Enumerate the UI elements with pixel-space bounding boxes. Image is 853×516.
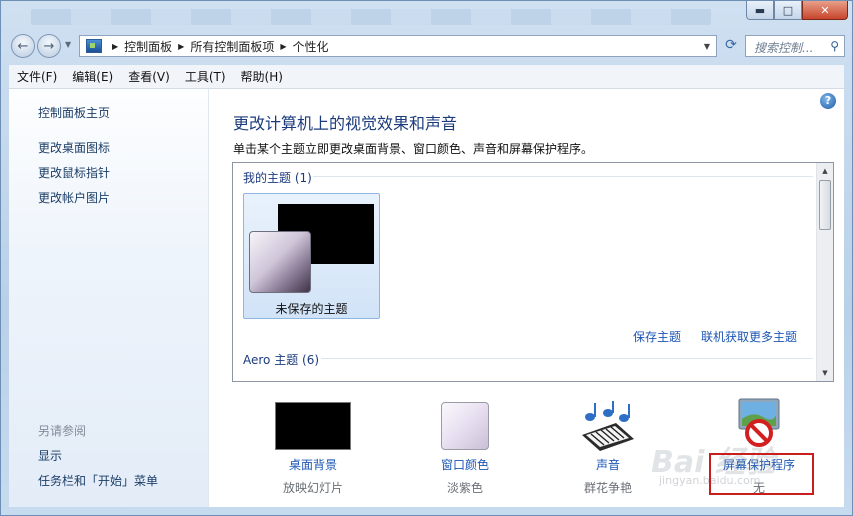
page-title: 更改计算机上的视觉效果和声音	[233, 114, 458, 133]
theme-list-scrollbar[interactable]: ▲ ▼	[816, 163, 833, 381]
search-icon[interactable]: ⚲	[830, 39, 839, 53]
recent-pages-dropdown-icon[interactable]: ▼	[65, 40, 71, 49]
highlight-box	[709, 453, 814, 495]
save-theme-link[interactable]: 保存主题	[633, 328, 681, 345]
sounds-value: 群花争艳	[583, 481, 632, 495]
desktop-background-label[interactable]: 桌面背景	[258, 456, 368, 473]
maximize-button[interactable]: □	[774, 1, 802, 20]
sidebar-link-mouse-pointers[interactable]: 更改鼠标指针	[38, 164, 110, 181]
sidebar-link-desktop-icons[interactable]: 更改桌面图标	[38, 139, 110, 156]
get-more-themes-link[interactable]: 联机获取更多主题	[701, 328, 797, 345]
address-dropdown-icon[interactable]: ▼	[704, 42, 710, 51]
address-bar[interactable]: ▶ 控制面板 ▶ 所有控制面板项 ▶ 个性化 ▼	[79, 35, 717, 57]
menu-file[interactable]: 文件(F)	[17, 68, 57, 85]
title-bar: ▬ □ ✕	[1, 1, 853, 31]
breadcrumb-personalization[interactable]: 个性化	[293, 38, 329, 55]
divider	[313, 176, 813, 177]
window-color-label[interactable]: 窗口颜色	[410, 456, 520, 473]
sounds-label[interactable]: 声音	[553, 456, 663, 473]
sounds-icon	[582, 401, 634, 451]
scroll-up-icon[interactable]: ▲	[817, 163, 833, 179]
menu-edit[interactable]: 编辑(E)	[72, 68, 113, 85]
refresh-button[interactable]: ⟳	[721, 37, 741, 55]
window-controls: ▬ □ ✕	[746, 1, 848, 20]
theme-list: 我的主题 (1) 未保存的主题 保存主题 联机获取更多主题 Aero 主题 (6…	[232, 162, 834, 382]
back-button[interactable]: ←	[11, 34, 35, 58]
theme-color-preview	[249, 231, 311, 293]
sidebar-link-account-picture[interactable]: 更改帐户图片	[38, 189, 110, 206]
theme-tile-unsaved[interactable]: 未保存的主题	[243, 193, 380, 319]
menu-view[interactable]: 查看(V)	[128, 68, 170, 85]
sidebar: 控制面板主页 更改桌面图标 更改鼠标指针 更改帐户图片 另请参阅 显示 任务栏和…	[9, 89, 209, 507]
close-button[interactable]: ✕	[802, 1, 848, 20]
search-input[interactable]: 搜索控制... ⚲	[745, 35, 845, 57]
page-subtitle: 单击某个主题立即更改桌面背景、窗口颜色、声音和屏幕保护程序。	[233, 142, 594, 156]
sidebar-link-display[interactable]: 显示	[38, 447, 62, 464]
chevron-right-icon[interactable]: ▶	[112, 42, 118, 51]
desktop-background-thumbnail	[275, 402, 351, 450]
window-color-swatch	[441, 402, 489, 450]
content-area: 控制面板主页 更改桌面图标 更改鼠标指针 更改帐户图片 另请参阅 显示 任务栏和…	[9, 89, 844, 507]
breadcrumb-control-panel[interactable]: 控制面板	[124, 38, 172, 55]
desktop-background-value: 放映幻灯片	[282, 481, 343, 495]
search-placeholder: 搜索控制...	[754, 41, 814, 55]
minimize-button[interactable]: ▬	[746, 1, 774, 20]
theme-tile-label: 未保存的主题	[275, 302, 348, 316]
sidebar-link-taskbar-start-menu[interactable]: 任务栏和「开始」菜单	[38, 472, 158, 489]
blurred-title-area	[31, 9, 711, 25]
chevron-right-icon[interactable]: ▶	[178, 42, 184, 51]
navigation-row: ← → ▼ ▶ 控制面板 ▶ 所有控制面板项 ▶ 个性化 ▼ ⟳ 搜索控制...…	[9, 33, 845, 61]
breadcrumb-all-items[interactable]: 所有控制面板项	[190, 38, 274, 55]
control-panel-icon	[86, 39, 102, 53]
forward-button[interactable]: →	[37, 34, 61, 58]
menu-tools[interactable]: 工具(T)	[185, 68, 226, 85]
chevron-right-icon[interactable]: ▶	[280, 42, 286, 51]
help-icon[interactable]: ?	[820, 93, 836, 109]
menu-bar: 文件(F) 编辑(E) 查看(V) 工具(T) 帮助(H)	[9, 65, 844, 89]
divider	[321, 358, 813, 359]
window-frame: ▬ □ ✕ ← → ▼ ▶ 控制面板 ▶ 所有控制面板项 ▶ 个性化 ▼ ⟳ 搜…	[0, 0, 853, 516]
menu-help[interactable]: 帮助(H)	[241, 68, 283, 85]
window-color-value: 淡紫色	[446, 481, 483, 495]
aero-themes-heading: Aero 主题 (6)	[243, 353, 320, 367]
scroll-down-icon[interactable]: ▼	[817, 365, 833, 381]
see-also-heading: 另请参阅	[38, 424, 87, 438]
sidebar-link-control-panel-home[interactable]: 控制面板主页	[38, 104, 110, 121]
scrollbar-thumb[interactable]	[819, 180, 831, 230]
my-themes-heading: 我的主题 (1)	[243, 171, 312, 185]
